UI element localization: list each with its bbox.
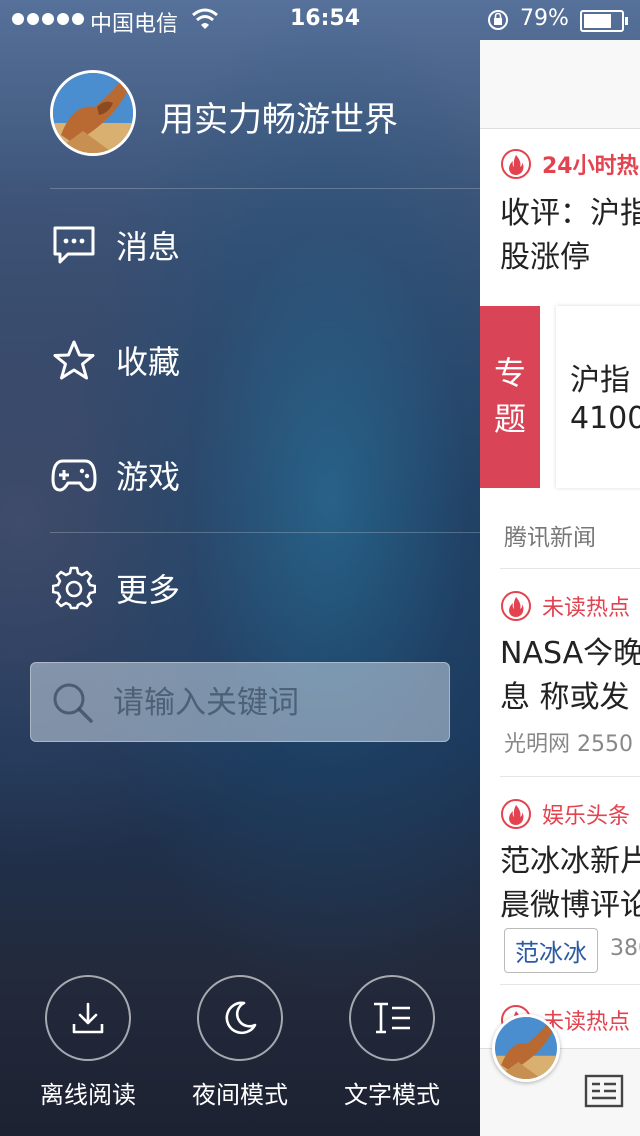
news-headline[interactable]: NASA今晚 息 称或发: [500, 632, 640, 720]
menu-item-label: 收藏: [116, 343, 181, 381]
topic-card[interactable]: 沪指 4100: [556, 306, 640, 488]
status-bar: 中国电信 16:54 79%: [0, 0, 640, 40]
text-mode-button[interactable]: 文字模式: [327, 975, 457, 1110]
battery-percent: 79%: [520, 6, 569, 31]
hot-news-label-24h: 24小时热: [500, 148, 639, 180]
section-label: 腾讯新闻: [504, 525, 596, 551]
gamepad-icon: [50, 451, 98, 499]
search-icon: [53, 683, 93, 723]
fire-icon: [501, 799, 531, 829]
night-mode-button[interactable]: 夜间模式: [175, 975, 305, 1110]
floating-avatar[interactable]: [492, 1014, 560, 1082]
gear-icon: [50, 564, 98, 612]
menu-item-favorites[interactable]: 收藏: [50, 325, 470, 395]
hot-news-label-unread: 未读热点: [500, 590, 630, 622]
topic-tag: 专题: [480, 306, 540, 488]
news-meta: 380: [610, 936, 640, 961]
news-headline[interactable]: 收评：沪指 股涨停: [500, 192, 640, 280]
news-top-bar: [480, 40, 640, 129]
avatar-image: [495, 1017, 557, 1079]
news-headline[interactable]: 范冰冰新片 晨微博评论: [500, 840, 640, 928]
menu-item-label: 消息: [116, 228, 181, 266]
news-tag[interactable]: 范冰冰: [504, 928, 598, 973]
fire-icon: [501, 591, 531, 621]
avatar[interactable]: [50, 70, 136, 156]
menu-item-more[interactable]: 更多: [50, 553, 470, 623]
avatar-image: [53, 73, 133, 153]
search-bar[interactable]: [30, 662, 450, 742]
text-mode-label: 文字模式: [344, 1081, 440, 1109]
menu-item-games[interactable]: 游戏: [50, 440, 470, 510]
offline-reading-button[interactable]: 离线阅读: [23, 975, 153, 1110]
message-icon: [50, 221, 98, 269]
carrier-name: 中国电信: [90, 12, 179, 37]
battery-icon: [580, 10, 628, 32]
text-mode-icon: [349, 975, 435, 1061]
wifi-icon: [192, 8, 218, 29]
news-feed-panel[interactable]: 24小时热 收评：沪指 股涨停 专题 沪指 4100 腾讯新闻 未读热点 NAS…: [480, 40, 640, 1136]
moon-icon: [197, 975, 283, 1061]
menu-item-messages[interactable]: 消息: [50, 210, 470, 280]
search-input[interactable]: [111, 679, 435, 727]
clock: 16:54: [290, 6, 361, 31]
menu-item-label: 更多: [116, 571, 181, 609]
fire-icon: [501, 149, 531, 179]
download-icon: [45, 975, 131, 1061]
menu-item-label: 游戏: [116, 458, 181, 496]
signal-strength-icon: [12, 13, 84, 25]
offline-reading-label: 离线阅读: [40, 1081, 136, 1109]
night-mode-label: 夜间模式: [192, 1081, 288, 1109]
username[interactable]: 用实力畅游世界: [160, 92, 398, 141]
profile-divider: [50, 188, 480, 189]
news-meta: 光明网 2550: [504, 732, 633, 757]
star-icon: [50, 336, 98, 384]
battery-fill: [584, 14, 611, 28]
hot-news-label-entertainment: 娱乐头条: [500, 798, 630, 830]
list-icon[interactable]: [584, 1074, 624, 1108]
rotation-lock-icon: [488, 10, 508, 30]
menu-divider: [50, 532, 480, 533]
